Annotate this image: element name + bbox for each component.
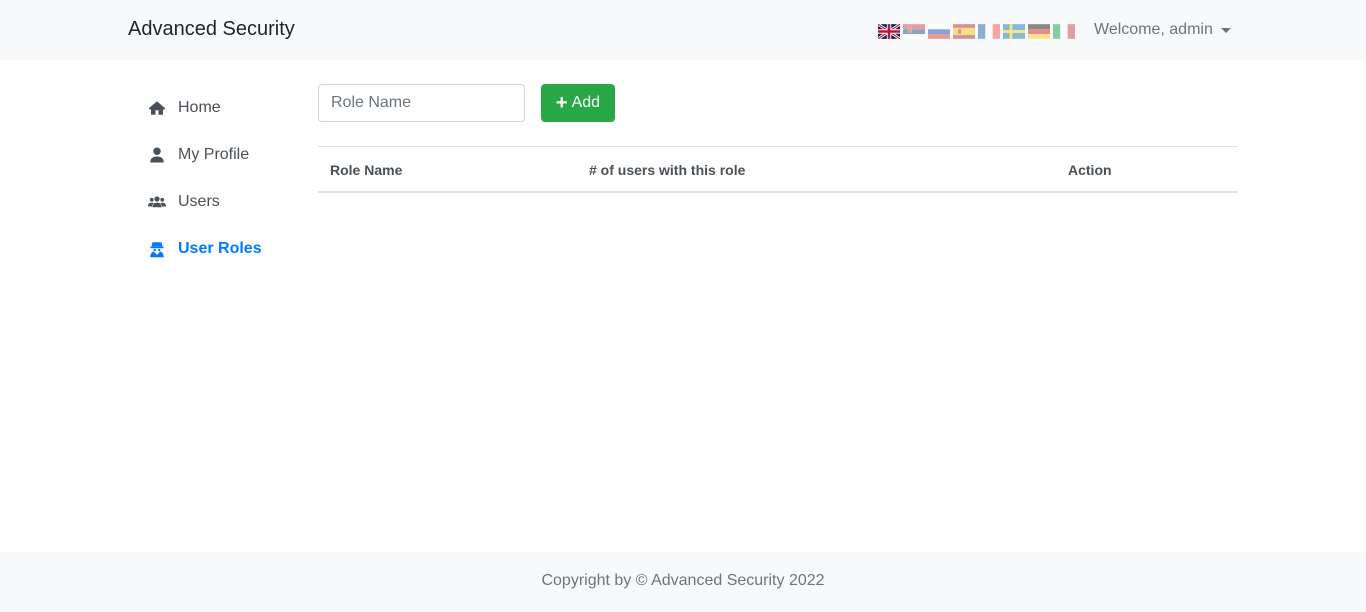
sidebar-item-user-roles[interactable]: User Roles [128,225,298,272]
flag-france-icon[interactable] [978,24,1000,39]
roles-table: Role Name # of users with this role Acti… [318,146,1238,193]
flag-germany-icon[interactable] [1028,24,1050,39]
column-header-user-count: # of users with this role [589,162,746,178]
user-menu-dropdown[interactable]: Welcome, admin [1094,21,1231,39]
flag-uk-icon[interactable] [878,24,900,39]
user-icon [148,146,166,164]
top-navbar: Advanced Security Welcome, admin [0,0,1366,60]
brand-title[interactable]: Advanced Security [128,18,295,41]
copyright-text: Copyright by © Advanced Security 2022 [541,572,825,589]
column-header-role-name: Role Name [330,162,403,178]
flag-serbia-icon[interactable] [903,24,925,39]
footer: Copyright by © Advanced Security 2022 [0,552,1366,612]
sidebar-item-label: Home [178,98,221,116]
sidebar: Home My Profile Users User Roles [128,84,298,272]
flag-russia-icon[interactable] [928,24,950,39]
language-switcher [878,24,1075,39]
sidebar-item-users[interactable]: Users [128,178,298,225]
user-secret-icon [148,240,166,258]
plus-icon: + [555,92,568,114]
sidebar-item-home[interactable]: Home [128,84,298,131]
sidebar-item-label: My Profile [178,145,250,163]
flag-spain-icon[interactable] [953,24,975,39]
add-role-button[interactable]: + Add [541,84,615,122]
sidebar-item-label: Users [178,192,220,210]
sidebar-item-my-profile[interactable]: My Profile [128,131,298,178]
users-icon [148,193,166,211]
sidebar-item-label: User Roles [178,239,262,257]
caret-down-icon [1220,27,1231,33]
role-name-input[interactable] [318,84,525,122]
flag-italy-icon[interactable] [1053,24,1075,39]
add-button-label: Add [571,94,601,111]
column-header-action: Action [1068,162,1112,178]
flag-sweden-icon[interactable] [1003,24,1025,39]
welcome-label: Welcome, admin [1094,21,1213,38]
home-icon [148,99,166,117]
